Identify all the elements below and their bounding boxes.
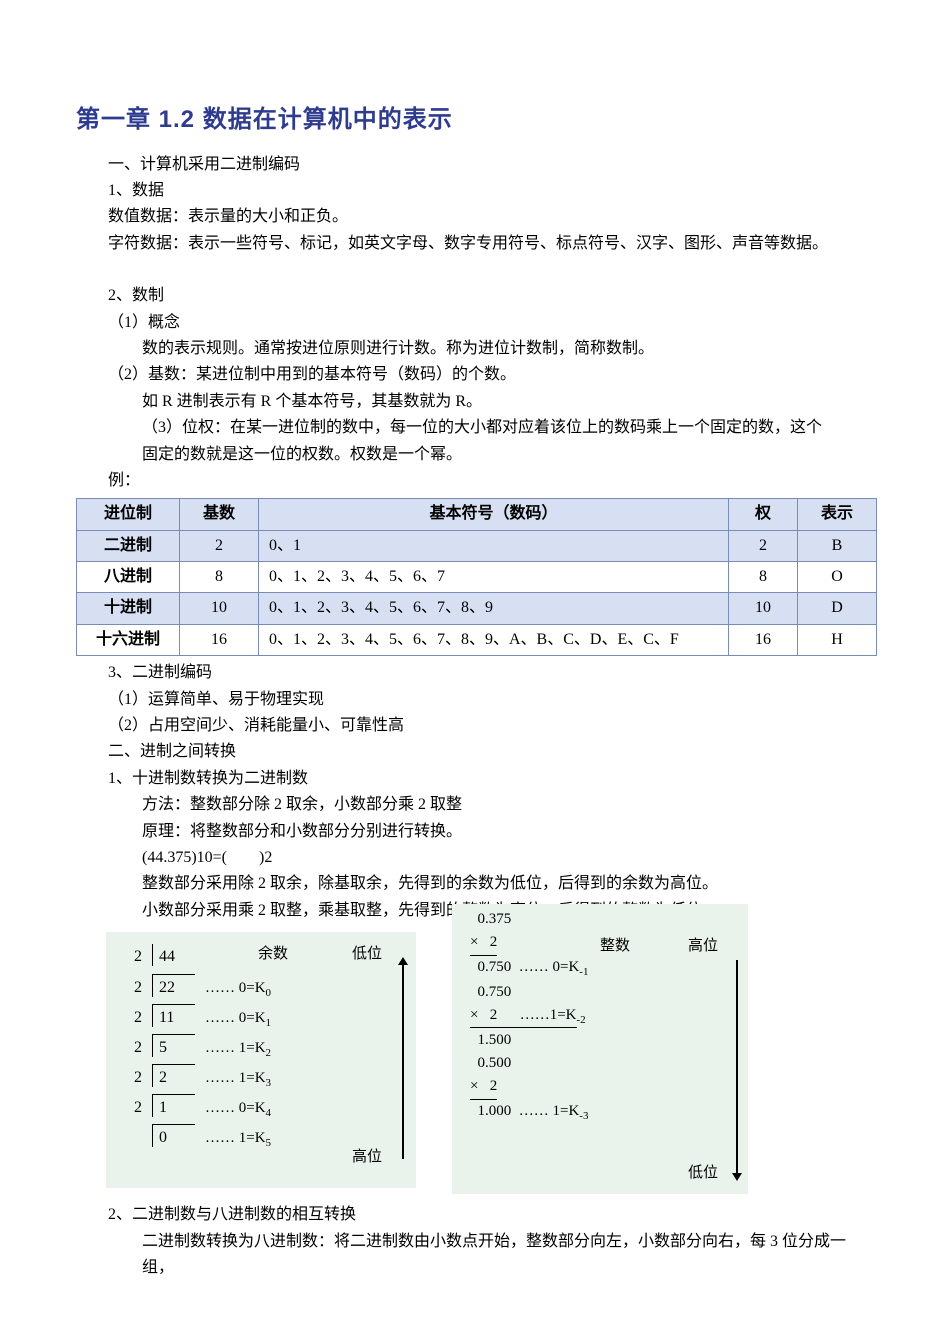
- table-cell: 0、1、2、3、4、5、6、7、8、9: [259, 593, 729, 624]
- sec-a2-1: （1）概念: [76, 310, 877, 336]
- sec-a3-line1: （1）运算简单、易于物理实现: [76, 687, 877, 713]
- section-b-header: 二、进制之间转换: [76, 739, 877, 765]
- division-step: 211 …… 0=K1: [106, 1004, 416, 1034]
- multiply-step: 0.750: [470, 981, 738, 1004]
- multiply-step: 1.000 …… 1=K-3: [470, 1100, 738, 1125]
- conversion-diagrams: 余数 低位 244222 …… 0=K0211 …… 0=K125 …… 1=K…: [76, 932, 877, 1194]
- sec-a1-line1: 数值数据：表示量的大小和正负。: [76, 204, 877, 230]
- division-step: 22 …… 1=K3: [106, 1064, 416, 1094]
- table-row: 二进制20、12B: [77, 530, 877, 561]
- table-cell: 8: [180, 562, 259, 593]
- table-cell: 8: [729, 562, 798, 593]
- table-row: 十六进制160、1、2、3、4、5、6、7、8、9、A、B、C、D、E、C、F1…: [77, 624, 877, 655]
- multiply-step: 1.500: [470, 1029, 738, 1052]
- multiply-step: × 2 ……1=K-2: [470, 1004, 738, 1029]
- table-cell: 0、1、2、3、4、5、6、7、8、9、A、B、C、D、E、C、F: [259, 624, 729, 655]
- sec-a2-1-line1: 数的表示规则。通常按进位原则进行计数。称为进位计数制，简称数制。: [76, 336, 877, 362]
- th-system: 进位制: [77, 499, 180, 530]
- label-low-bit: 低位: [352, 942, 382, 967]
- table-cell: 16: [180, 624, 259, 655]
- sec-b1-header: 1、十进制数转换为二进制数: [76, 766, 877, 792]
- division-step: 222 …… 0=K0: [106, 974, 416, 1004]
- table-cell: 0、1: [259, 530, 729, 561]
- sec-b1-line4: 整数部分采用除 2 取余，除基取余，先得到的余数为低位，后得到的余数为高位。: [76, 871, 877, 897]
- sec-a2-header: 2、数制: [76, 283, 877, 309]
- integer-division-diagram: 余数 低位 244222 …… 0=K0211 …… 0=K125 …… 1=K…: [106, 932, 416, 1188]
- division-step: 25 …… 1=K2: [106, 1034, 416, 1064]
- sec-a1-line2: 字符数据：表示一些符号、标记，如英文字母、数字专用符号、标点符号、汉字、图形、声…: [76, 231, 877, 257]
- arrow-down-icon: [736, 960, 738, 1174]
- multiply-step: 0.750 …… 0=K-1: [470, 956, 738, 981]
- sec-a1-header: 1、数据: [76, 178, 877, 204]
- table-row: 八进制80、1、2、3、4、5、6、78O: [77, 562, 877, 593]
- table-cell: 2: [729, 530, 798, 561]
- table-cell: 十六进制: [77, 624, 180, 655]
- table-cell: 10: [729, 593, 798, 624]
- section-a-header: 一、计算机采用二进制编码: [76, 152, 877, 178]
- th-symbols: 基本符号（数码）: [259, 499, 729, 530]
- sec-b1-line3: (44.375)10=( )2: [76, 845, 877, 871]
- table-cell: 10: [180, 593, 259, 624]
- table-cell: 2: [180, 530, 259, 561]
- table-cell: 0、1、2、3、4、5、6、7: [259, 562, 729, 593]
- multiply-step: 0.500: [470, 1052, 738, 1075]
- label-remainder: 余数: [258, 942, 288, 967]
- table-cell: D: [798, 593, 877, 624]
- label-integer: 整数: [600, 934, 630, 959]
- table-cell: 16: [729, 624, 798, 655]
- table-cell: H: [798, 624, 877, 655]
- label-low-bit: 低位: [688, 1161, 718, 1186]
- multiply-step: × 2: [470, 1075, 738, 1099]
- table-cell: 二进制: [77, 530, 180, 561]
- radix-table: 进位制 基数 基本符号（数码） 权 表示 二进制20、12B八进制80、1、2、…: [76, 498, 877, 656]
- th-rep: 表示: [798, 499, 877, 530]
- sec-a3-header: 3、二进制编码: [76, 660, 877, 686]
- table-header-row: 进位制 基数 基本符号（数码） 权 表示: [77, 499, 877, 530]
- division-step: 21 …… 0=K4: [106, 1094, 416, 1124]
- th-weight: 权: [729, 499, 798, 530]
- sec-a2-example: 例：: [76, 468, 877, 494]
- multiply-step: 0.375: [470, 908, 738, 931]
- label-high-bit: 高位: [688, 934, 718, 959]
- table-cell: B: [798, 530, 877, 561]
- sec-a2-2-line1: 如 R 进制表示有 R 个基本符号，其基数就为 R。: [76, 389, 877, 415]
- table-cell: O: [798, 562, 877, 593]
- table-row: 十进制100、1、2、3、4、5、6、7、8、910D: [77, 593, 877, 624]
- sec-a3-line2: （2）占用空间少、消耗能量小、可靠性高: [76, 713, 877, 739]
- table-cell: 八进制: [77, 562, 180, 593]
- sec-b2-line1: 二进制数转换为八进制数：将二进制数由小数点开始，整数部分向左，小数部分向右，每 …: [76, 1229, 877, 1282]
- sec-a2-3: （3）位权：在某一进位制的数中，每一位的大小都对应着该位上的数码乘上一个固定的数…: [76, 415, 877, 441]
- sec-a2-3-line2: 固定的数就是这一位的权数。权数是一个幂。: [76, 442, 877, 468]
- sec-b1-line2: 原理：将整数部分和小数部分分别进行转换。: [76, 819, 877, 845]
- fraction-multiply-diagram: 整数 高位 0.375 × 2 0.750 …… 0=K-1 0.750× 2 ……: [452, 904, 748, 1194]
- sec-b2-header: 2、二进制数与八进制数的相互转换: [76, 1202, 877, 1228]
- sec-a2-2: （2）基数：某进位制中用到的基本符号（数码）的个数。: [76, 362, 877, 388]
- arrow-up-icon: [402, 964, 404, 1159]
- sec-b1-line1: 方法：整数部分除 2 取余，小数部分乘 2 取整: [76, 792, 877, 818]
- page-title: 第一章 1.2 数据在计算机中的表示: [76, 100, 877, 140]
- label-high-bit: 高位: [352, 1145, 382, 1170]
- th-base: 基数: [180, 499, 259, 530]
- table-cell: 十进制: [77, 593, 180, 624]
